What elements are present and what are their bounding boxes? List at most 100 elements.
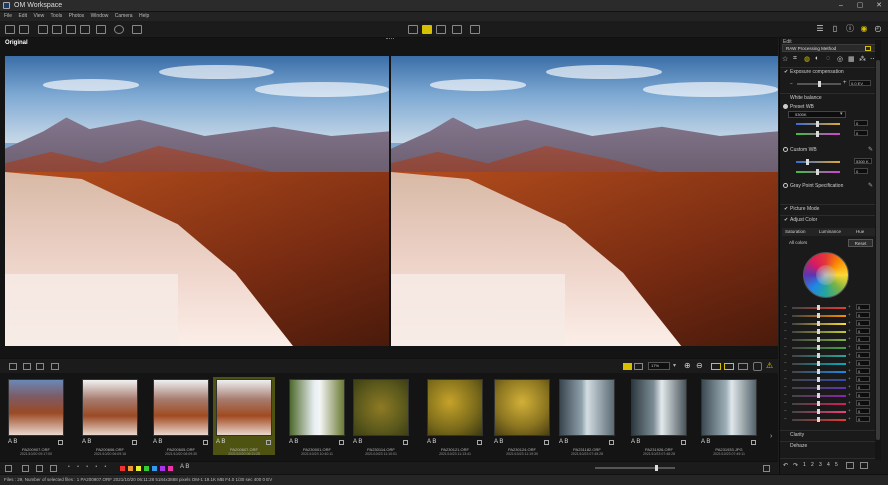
raw-method-header[interactable]: RAW Processing Method <box>782 44 878 52</box>
zoom-out-icon[interactable]: ⊖ <box>696 361 703 370</box>
chevron-down-icon[interactable]: ▾ <box>840 111 843 117</box>
detail-icon[interactable]: ▦ <box>848 55 855 63</box>
color-slider-value[interactable]: 0 <box>856 344 870 350</box>
crop-icon[interactable]: ⌗ <box>793 55 797 63</box>
color-slider-knob[interactable] <box>817 321 820 326</box>
delete-icon[interactable] <box>5 465 12 472</box>
wb-green-knob[interactable] <box>816 131 819 137</box>
zoom-field[interactable]: 17% <box>648 362 670 370</box>
preset-2[interactable]: 2 <box>811 462 814 468</box>
save-icon[interactable] <box>846 462 854 469</box>
compare-icon[interactable] <box>52 25 62 34</box>
zoom-dropdown-icon[interactable]: ▾ <box>673 362 676 369</box>
redo-icon[interactable]: ↷ <box>793 462 798 469</box>
minimize-button[interactable]: – <box>832 1 850 10</box>
custom-wb-radio[interactable] <box>783 147 788 152</box>
adjust-color-header[interactable]: Adjust Color <box>780 215 880 224</box>
color-wheel[interactable] <box>803 252 849 298</box>
thumbnail-size-knob[interactable] <box>655 465 658 471</box>
filmstrip-view-icon[interactable] <box>422 25 432 34</box>
custom-wb-knob[interactable] <box>806 159 809 165</box>
color-slider-value[interactable]: 0 <box>856 360 870 366</box>
color-slider-value[interactable]: 0 <box>856 336 870 342</box>
compare-view-icon[interactable] <box>724 363 734 370</box>
copy-icon[interactable] <box>23 363 31 370</box>
shadow-warning-icon[interactable] <box>634 363 643 370</box>
custom-wb-slider[interactable] <box>796 161 840 163</box>
thumbnail[interactable]: A B PA230114.ORF 2021/10/23 11:10:01 <box>350 377 412 456</box>
color-slider-value[interactable]: 0 <box>856 320 870 326</box>
menu-window[interactable]: Window <box>91 13 109 19</box>
exposure-value[interactable]: 0.0 EV <box>849 80 871 86</box>
panel-scrollbar-thumb[interactable] <box>876 60 880 440</box>
wb-amber-value[interactable]: 0 <box>854 120 868 126</box>
label-blue[interactable] <box>152 466 157 471</box>
warning-icon[interactable]: ⚠ <box>766 361 773 370</box>
paste-icon[interactable] <box>36 363 44 370</box>
zoom-in-icon[interactable]: ⊕ <box>684 361 691 370</box>
preset-wb-radio[interactable] <box>783 104 788 109</box>
protect-icon[interactable] <box>50 465 57 472</box>
menu-camera[interactable]: Camera <box>115 13 133 19</box>
filmstrip-next-icon[interactable]: › <box>770 433 772 440</box>
raw-toggle-icon[interactable] <box>865 46 871 51</box>
select-icon[interactable] <box>9 363 17 370</box>
color-slider-knob[interactable] <box>817 345 820 350</box>
label-red[interactable] <box>120 466 125 471</box>
color-slider-value[interactable]: 0 <box>856 328 870 334</box>
custom-green-value[interactable]: 0 <box>854 168 868 174</box>
eyedropper-icon[interactable]: ✎ <box>868 146 873 153</box>
preset-5[interactable]: 5 <box>835 462 838 468</box>
exposure-header[interactable]: Exposure compensation <box>780 67 880 76</box>
share-icon[interactable] <box>96 25 106 34</box>
gray-point-radio[interactable] <box>783 183 788 188</box>
highlight-warning-icon[interactable] <box>623 363 632 370</box>
custom-green-knob[interactable] <box>816 169 819 175</box>
color-slider-row[interactable]: − +0 <box>784 360 874 367</box>
preset-3[interactable]: 3 <box>819 462 822 468</box>
undo-icon[interactable]: ↶ <box>783 462 788 469</box>
thumbnail[interactable]: A B PA200605.ORF 2021/10/20 06:09:30 <box>150 377 212 456</box>
color-slider-knob[interactable] <box>817 329 820 334</box>
menu-help[interactable]: Help <box>139 13 149 19</box>
color-slider-row[interactable]: − +0 <box>784 304 874 311</box>
info-icon[interactable]: ⓘ <box>845 24 855 34</box>
reset-all-icon[interactable] <box>860 462 868 469</box>
color-slider-value[interactable]: 0 <box>856 400 870 406</box>
color-slider-row[interactable]: − +0 <box>784 320 874 327</box>
color-slider-row[interactable]: − +0 <box>784 312 874 319</box>
color-slider-row[interactable]: − +0 <box>784 384 874 391</box>
label-orange[interactable] <box>128 466 133 471</box>
thumbnail[interactable]: A B PA231182.ORF 2021/10/23 07:45:28 <box>556 377 618 456</box>
color-slider-row[interactable]: − +0 <box>784 416 874 423</box>
import-icon[interactable] <box>5 25 15 34</box>
thumbnail-size-slider[interactable] <box>595 467 675 469</box>
color-slider-value[interactable]: 0 <box>856 376 870 382</box>
lock-icon[interactable] <box>753 362 762 371</box>
preset-1[interactable]: 1 <box>803 462 806 468</box>
record-icon[interactable] <box>114 25 124 34</box>
menu-edit[interactable]: Edit <box>18 13 27 19</box>
thumbnail[interactable]: A B PA230001.ORF 2021/10/23 10:40:11 <box>286 377 348 456</box>
panel-icon[interactable]: ▯ <box>830 24 840 34</box>
exposure-knob[interactable] <box>818 81 821 87</box>
label-green[interactable] <box>144 466 149 471</box>
splitter-handle[interactable] <box>386 38 394 41</box>
move-icon[interactable] <box>22 465 29 472</box>
rating-stars[interactable]: • • • • • <box>68 464 109 470</box>
check-icon[interactable]: ✔ <box>784 69 788 75</box>
star-icon[interactable]: ☆ <box>782 55 788 63</box>
menu-tools[interactable]: Tools <box>51 13 63 19</box>
filter-icon[interactable]: ◌ <box>826 55 830 62</box>
color-slider-row[interactable]: − +0 <box>784 328 874 335</box>
color-slider-knob[interactable] <box>817 377 820 382</box>
rename-icon[interactable] <box>36 465 43 472</box>
color-slider-knob[interactable] <box>817 393 820 398</box>
dehaze-header[interactable]: Dehaze <box>780 441 880 450</box>
color-slider-row[interactable]: − +0 <box>784 400 874 407</box>
color-slider-row[interactable]: − +0 <box>784 408 874 415</box>
color-slider-value[interactable]: 0 <box>856 392 870 398</box>
export-icon[interactable] <box>19 25 29 34</box>
white-balance-header[interactable]: White balance <box>780 93 880 102</box>
tab-luminance[interactable]: Luminance <box>819 229 841 234</box>
